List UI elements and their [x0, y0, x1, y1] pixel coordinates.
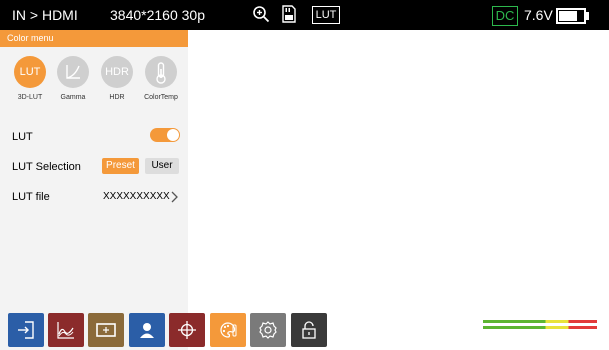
- marker-button[interactable]: [88, 313, 124, 347]
- lock-icon: [302, 321, 316, 339]
- lut-toggle[interactable]: [150, 128, 180, 142]
- chevron-right-icon[interactable]: [169, 191, 179, 203]
- preset-option-button[interactable]: Preset: [102, 158, 139, 174]
- audio-meter-bar-1: [483, 320, 597, 323]
- crosshair-icon: [178, 321, 196, 339]
- color-menu-panel: Color menu LUT 3D-LUT Gamma HDR HDR Colo…: [0, 30, 188, 350]
- lut-selection-label: LUT Selection: [12, 161, 81, 173]
- lut-status-badge: LUT: [312, 6, 340, 24]
- voltage-label: 7.6V: [524, 7, 553, 23]
- crosshair-button[interactable]: [169, 313, 205, 347]
- lut-file-value[interactable]: XXXXXXXXXX: [103, 191, 170, 202]
- color-palette-icon: [220, 322, 237, 338]
- input-button[interactable]: [8, 313, 44, 347]
- input-source-label: IN > HDMI: [12, 7, 78, 23]
- waveform-button[interactable]: [48, 313, 84, 347]
- peaking-person-icon: [140, 323, 154, 338]
- input-icon: [18, 321, 34, 339]
- audio-meter-bar-2: [483, 326, 597, 329]
- waveform-icon: [57, 322, 74, 339]
- resolution-label: 3840*2160 30p: [110, 7, 205, 23]
- lut-file-label: LUT file: [12, 191, 50, 203]
- category-label: ColorTemp: [144, 94, 178, 101]
- peaking-button[interactable]: [129, 313, 165, 347]
- lut-label: LUT: [12, 131, 33, 143]
- lut-icon: LUT: [14, 56, 46, 88]
- gamma-curve-icon: [57, 56, 89, 88]
- zoom-in-icon[interactable]: [252, 5, 270, 23]
- sd-card-icon: [282, 5, 296, 23]
- marker-icon: [96, 323, 116, 337]
- thermometer-icon: [145, 56, 177, 88]
- battery-icon: [556, 8, 586, 24]
- color-button[interactable]: [210, 313, 246, 347]
- settings-button[interactable]: [250, 313, 286, 347]
- menu-title: Color menu: [0, 30, 188, 47]
- hdr-icon: HDR: [101, 56, 133, 88]
- battery-tip: [586, 12, 589, 20]
- dc-power-badge: DC: [492, 6, 518, 26]
- lock-button[interactable]: [291, 313, 327, 347]
- toggle-knob: [167, 129, 179, 141]
- settings-gear-icon: [259, 321, 277, 339]
- status-bar: IN > HDMI 3840*2160 30p LUT DC 7.6V: [0, 0, 609, 30]
- user-option-button[interactable]: User: [145, 158, 179, 174]
